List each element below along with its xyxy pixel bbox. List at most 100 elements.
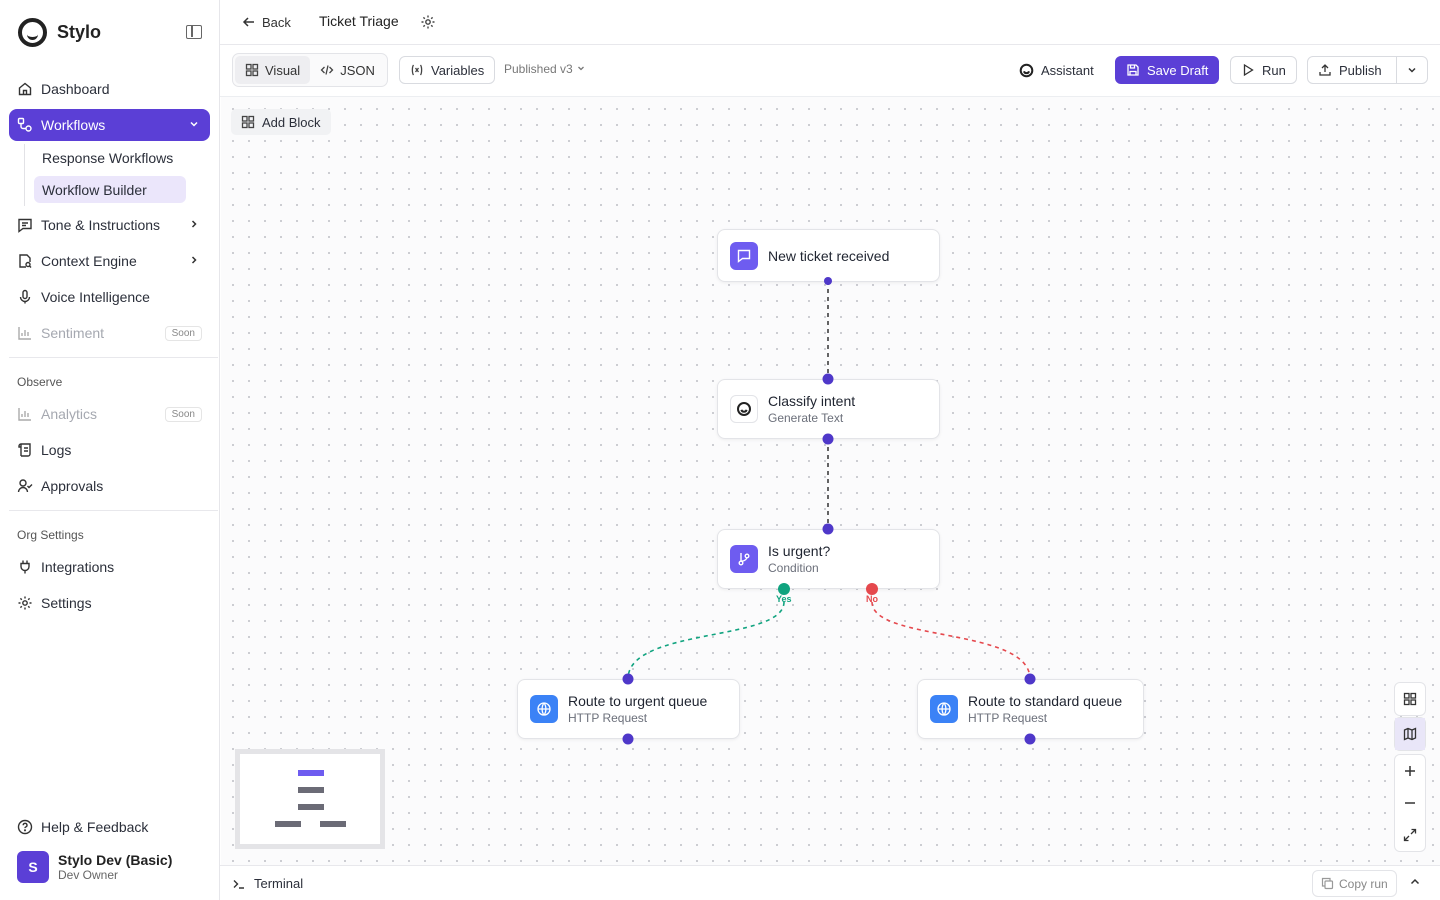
minimap-toggle <box>1394 717 1426 751</box>
submenu-guide <box>24 144 25 206</box>
stylo-logo-icon <box>1019 63 1034 77</box>
map-icon[interactable] <box>1395 718 1425 750</box>
sidebar-item-integrations[interactable]: Integrations <box>9 551 210 583</box>
sidebar-item-label: Analytics <box>41 406 98 422</box>
bar-chart-icon <box>17 325 33 341</box>
sidebar-item-sentiment: Sentiment Soon <box>9 317 210 349</box>
node-classify-intent[interactable]: Classify intent Generate Text <box>717 379 940 439</box>
node-subtitle: HTTP Request <box>968 711 1048 725</box>
grid-view-icon[interactable] <box>1395 683 1425 715</box>
terminal-label: Terminal <box>254 876 304 891</box>
fit-view-icon[interactable] <box>1395 819 1425 851</box>
bar-chart-icon <box>17 406 33 422</box>
node-title: Route to urgent queue <box>568 693 708 709</box>
message-square-icon <box>17 217 33 233</box>
brand[interactable]: Stylo <box>18 18 101 47</box>
section-label-observe: Observe <box>17 375 63 389</box>
node-subtitle: Generate Text <box>768 411 844 425</box>
stylo-logo-icon <box>730 395 758 423</box>
chevron-right-icon <box>188 254 200 269</box>
workflow-canvas[interactable]: Add Block New ticket received Classify i… <box>221 97 1440 865</box>
plug-icon <box>17 559 33 575</box>
sidebar-item-logs[interactable]: Logs <box>9 434 210 466</box>
publish-options-button[interactable] <box>1396 56 1428 84</box>
branch-label-no: No <box>866 594 878 604</box>
copy-icon <box>1321 877 1334 890</box>
tab-visual[interactable]: Visual <box>235 56 311 84</box>
node-route-standard[interactable]: Route to standard queue HTTP Request <box>917 679 1144 739</box>
minimap[interactable] <box>235 749 385 849</box>
help-circle-icon <box>17 819 33 835</box>
publish-button[interactable]: Publish <box>1307 56 1398 84</box>
terminal-bar[interactable]: Terminal Copy run <box>220 865 1440 900</box>
user-check-icon <box>17 478 33 494</box>
assistant-label: Assistant <box>1041 62 1094 78</box>
terminal-icon <box>233 879 244 889</box>
minimap-node <box>298 804 324 810</box>
top-bar: Back Ticket Triage <box>220 0 1440 45</box>
variables-button[interactable]: Variables <box>399 56 496 84</box>
chevron-up-icon[interactable] <box>1408 875 1422 892</box>
document-search-icon <box>17 253 33 269</box>
workflow-settings-icon[interactable] <box>420 14 436 33</box>
variables-label: Variables <box>431 62 485 78</box>
sidebar-item-label: Sentiment <box>41 325 105 341</box>
tab-json[interactable]: JSON <box>310 56 385 84</box>
sidebar-toggle-icon[interactable] <box>186 25 202 39</box>
copy-run-button[interactable]: Copy run <box>1312 870 1397 897</box>
sidebar-item-approvals[interactable]: Approvals <box>9 470 210 502</box>
sidebar-item-label: Context Engine <box>41 253 137 269</box>
sidebar-item-voice-intelligence[interactable]: Voice Intelligence <box>9 281 210 313</box>
user-name: Stylo Dev (Basic) <box>58 852 173 868</box>
run-button[interactable]: Run <box>1230 56 1297 84</box>
sidebar-divider <box>9 510 218 511</box>
sidebar-divider <box>9 357 218 358</box>
branch-label-yes: Yes <box>776 594 792 604</box>
sidebar-item-analytics: Analytics Soon <box>9 398 210 430</box>
run-label: Run <box>1262 62 1286 78</box>
chat-icon <box>730 241 758 270</box>
node-trigger[interactable]: New ticket received <box>717 229 940 282</box>
sidebar-item-label: Integrations <box>41 559 115 575</box>
node-route-urgent[interactable]: Route to urgent queue HTTP Request <box>517 679 740 739</box>
upload-icon <box>1319 64 1331 76</box>
user-role: Dev Owner <box>58 868 119 882</box>
version-dropdown[interactable]: Published v3 <box>504 62 586 76</box>
sidebar-item-tone[interactable]: Tone & Instructions <box>9 209 210 241</box>
copy-run-label: Copy run <box>1339 876 1388 891</box>
back-button[interactable]: Back <box>236 10 297 34</box>
sidebar-item-context-engine[interactable]: Context Engine <box>9 245 210 277</box>
sidebar-item-label: Tone & Instructions <box>41 217 161 233</box>
sidebar-subitem-response-workflows[interactable]: Response Workflows <box>34 144 186 171</box>
sidebar: Stylo Dashboard Workflows Response Workf… <box>0 0 220 900</box>
sidebar-item-label: Help & Feedback <box>41 819 149 835</box>
sidebar-item-label: Settings <box>41 595 92 611</box>
assistant-button[interactable]: Assistant <box>1008 56 1105 84</box>
sidebar-item-settings[interactable]: Settings <box>9 587 210 619</box>
avatar: S <box>17 851 49 883</box>
globe-icon <box>530 695 558 723</box>
sidebar-item-help[interactable]: Help & Feedback <box>9 811 210 843</box>
microphone-icon <box>17 289 33 305</box>
edge-yes-to-urgent <box>627 601 785 680</box>
section-label-org-settings: Org Settings <box>17 528 84 542</box>
terminal-toggle[interactable]: Terminal <box>232 876 303 891</box>
zoom-in-icon[interactable] <box>1395 755 1425 787</box>
sidebar-item-label: Logs <box>41 442 72 458</box>
node-subtitle: Condition <box>768 561 819 575</box>
grid-icon <box>245 63 259 77</box>
sidebar-item-label: Approvals <box>41 478 104 494</box>
version-label: Published v3 <box>504 62 573 76</box>
sidebar-subitem-workflow-builder[interactable]: Workflow Builder <box>34 176 186 203</box>
sidebar-item-dashboard[interactable]: Dashboard <box>9 73 210 105</box>
zoom-out-icon[interactable] <box>1395 787 1425 819</box>
brand-name: Stylo <box>57 22 102 42</box>
node-title: Route to standard queue <box>968 693 1123 709</box>
node-condition[interactable]: Is urgent? Condition <box>717 529 940 589</box>
save-draft-label: Save Draft <box>1147 62 1209 78</box>
minimap-node <box>320 821 346 827</box>
home-icon <box>17 81 33 97</box>
user-profile[interactable]: S Stylo Dev (Basic) Dev Owner <box>17 851 172 883</box>
sidebar-item-workflows[interactable]: Workflows <box>9 109 210 141</box>
save-draft-button[interactable]: Save Draft <box>1115 56 1220 84</box>
